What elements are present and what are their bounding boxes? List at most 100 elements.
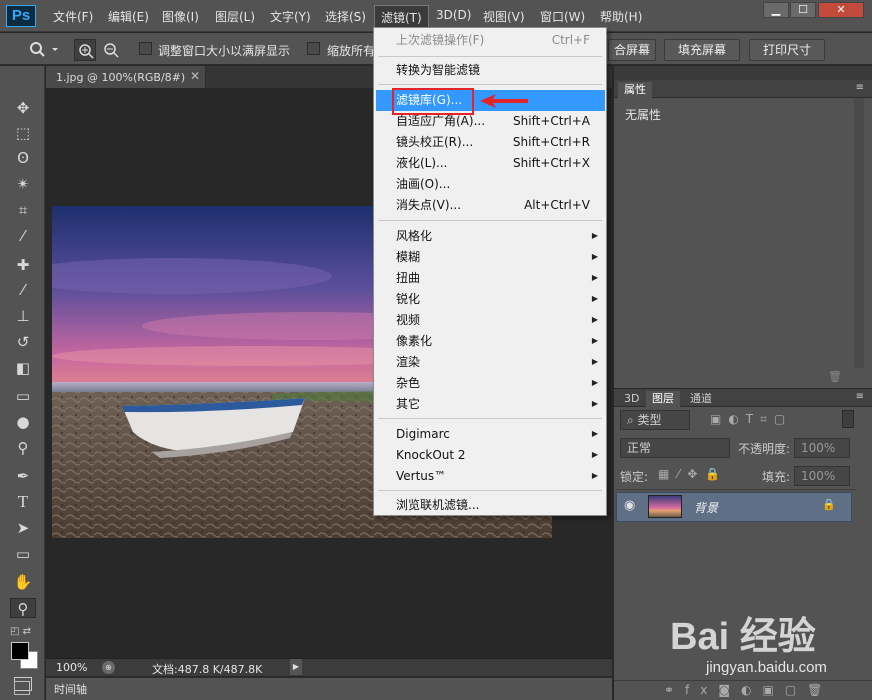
gradient-tool-icon[interactable]: ▭ xyxy=(10,386,36,406)
panel-menu-icon[interactable]: ≡ xyxy=(856,391,864,402)
fit-screen-button[interactable]: 合屏幕 xyxy=(608,39,656,61)
tab-channels[interactable]: 通道 xyxy=(684,391,718,407)
menu-item-vanishing-point[interactable]: 消失点(V)... xyxy=(396,195,461,215)
eyedropper-tool-icon[interactable]: ⁄ xyxy=(10,226,36,246)
menu-item-lens-correction[interactable]: 镜头校正(R)... xyxy=(396,132,473,152)
layer-action-icons[interactable]: ⚭fx◙◐▣▢🗑 xyxy=(664,683,833,697)
layer-filter-icons[interactable]: ▣◐T⌗▢ xyxy=(710,412,792,427)
history-brush-tool-icon[interactable]: ↺ xyxy=(10,332,36,352)
zoom-level[interactable]: 100% xyxy=(56,661,87,674)
layer-thumbnail xyxy=(648,495,682,518)
submenu-arrow-icon: ▶ xyxy=(591,378,598,387)
panel-menu-icon[interactable]: ≡ xyxy=(856,82,864,93)
zoom-all-checkbox[interactable] xyxy=(307,42,320,55)
foreground-color-swatch[interactable] xyxy=(11,642,29,660)
menu-edit[interactable]: 编辑(E) xyxy=(108,8,149,25)
layer-filter-kind: 类型 xyxy=(637,413,662,427)
menu-item-liquify[interactable]: 液化(L)... xyxy=(396,153,448,173)
tab-3d[interactable]: 3D xyxy=(618,391,645,407)
menu-item-vertus[interactable]: Vertus™ xyxy=(396,466,446,486)
healing-brush-tool-icon[interactable]: ✚ xyxy=(10,255,36,275)
blur-tool-icon[interactable]: ● xyxy=(10,412,36,432)
zoom-tool-icon[interactable]: ⚲ xyxy=(10,598,36,618)
menu-item-other[interactable]: 其它 xyxy=(396,394,420,414)
menu-item-render[interactable]: 渲染 xyxy=(396,352,420,372)
maximize-button[interactable]: ☐ xyxy=(790,2,816,18)
print-size-button[interactable]: 打印尺寸 xyxy=(749,39,825,61)
menu-view[interactable]: 视图(V) xyxy=(483,8,525,25)
magic-wand-tool-icon[interactable]: ✴ xyxy=(10,174,36,194)
menu-item-sharpen[interactable]: 锐化 xyxy=(396,289,420,309)
menu-select[interactable]: 选择(S) xyxy=(325,8,366,25)
blend-mode-select[interactable]: 正常 xyxy=(620,438,730,458)
brush-tool-icon[interactable]: ⁄ xyxy=(10,280,36,300)
fill-input[interactable]: 100% xyxy=(794,466,850,486)
marquee-tool-icon[interactable]: ⬚ xyxy=(10,123,36,143)
menu-window[interactable]: 窗口(W) xyxy=(540,8,585,25)
menu-file[interactable]: 文件(F) xyxy=(53,8,93,25)
menu-item-noise[interactable]: 杂色 xyxy=(396,373,420,393)
visibility-eye-icon[interactable]: ◉ xyxy=(624,498,635,513)
menu-item-blur[interactable]: 模糊 xyxy=(396,247,420,267)
shortcut-adaptive-wide-angle: Shift+Ctrl+A xyxy=(513,114,590,128)
menu-type[interactable]: 文字(Y) xyxy=(270,8,311,25)
zoom-tool-icon[interactable] xyxy=(28,40,58,60)
hand-tool-icon[interactable]: ✋ xyxy=(10,572,36,592)
menu-item-convert-smart-filter[interactable]: 转换为智能滤镜 xyxy=(396,60,480,80)
menu-layer[interactable]: 图层(L) xyxy=(215,8,255,25)
type-tool-icon[interactable]: T xyxy=(10,492,36,512)
move-tool-icon[interactable]: ✥ xyxy=(10,98,36,118)
menu-filter[interactable]: 滤镜(T) xyxy=(374,5,429,29)
opacity-label: 不透明度: xyxy=(738,442,791,456)
dodge-tool-icon[interactable]: ⚲ xyxy=(10,438,36,458)
layers-panel-header: 3D 图层 通道 ≡ xyxy=(614,389,872,407)
menu-3d[interactable]: 3D(D) xyxy=(436,8,471,22)
stamp-tool-icon[interactable]: ⊥ xyxy=(10,306,36,326)
shortcut-vanishing-point: Alt+Ctrl+V xyxy=(524,198,590,212)
tab-properties[interactable]: 属性 xyxy=(618,82,652,98)
menu-item-last-filter[interactable]: 上次滤镜操作(F) xyxy=(396,30,484,50)
menu-item-pixelate[interactable]: 像素化 xyxy=(396,331,432,351)
status-icon[interactable]: ⊕ xyxy=(102,661,115,674)
menu-item-video[interactable]: 视频 xyxy=(396,310,420,330)
properties-scrollbar[interactable] xyxy=(854,98,864,368)
trash-icon[interactable]: 🗑 xyxy=(828,370,842,383)
lock-icons[interactable]: ▦⁄✥🔒 xyxy=(658,467,728,481)
menu-item-digimarc[interactable]: Digimarc xyxy=(396,424,450,444)
zoom-out-icon[interactable] xyxy=(100,39,122,61)
menu-item-stylize[interactable]: 风格化 xyxy=(396,226,432,246)
opacity-input[interactable]: 100% xyxy=(794,438,850,458)
layer-filter-select[interactable]: ⌕ 类型 xyxy=(620,410,690,430)
zoom-all-label: 缩放所有 xyxy=(327,44,376,58)
submenu-arrow-icon: ▶ xyxy=(591,336,598,345)
shape-tool-icon[interactable]: ▭ xyxy=(10,544,36,564)
close-tab-icon[interactable]: ✕ xyxy=(190,69,200,83)
timeline-icon[interactable] xyxy=(14,681,30,695)
menu-item-knockout[interactable]: KnockOut 2 xyxy=(396,445,466,465)
tab-layers[interactable]: 图层 xyxy=(646,391,680,407)
crop-tool-icon[interactable]: ⌗ xyxy=(10,200,36,220)
pen-tool-icon[interactable]: ✒ xyxy=(10,466,36,486)
menu-item-browse-online-filters[interactable]: 浏览联机滤镜... xyxy=(396,495,479,515)
tools-panel: ✥ ⬚ ʘ ✴ ⌗ ⁄ ✚ ⁄ ⊥ ↺ ◧ ▭ ● ⚲ ✒ T ➤ ▭ ✋ ⚲ … xyxy=(0,66,45,700)
timeline-tab[interactable]: 时间轴 xyxy=(54,681,87,697)
fill-screen-button[interactable]: 填充屏幕 xyxy=(664,39,740,61)
menu-item-distort[interactable]: 扭曲 xyxy=(396,268,420,288)
close-button[interactable]: ✕ xyxy=(818,2,864,18)
path-selection-tool-icon[interactable]: ➤ xyxy=(10,518,36,538)
annotation-arrow-icon xyxy=(480,94,528,108)
resize-windows-checkbox[interactable] xyxy=(139,42,152,55)
menu-image[interactable]: 图像(I) xyxy=(162,8,199,25)
lasso-tool-icon[interactable]: ʘ xyxy=(10,148,36,168)
eraser-tool-icon[interactable]: ◧ xyxy=(10,358,36,378)
default-colors-icon[interactable]: ◰ ⇄ xyxy=(10,626,31,637)
zoom-in-icon[interactable] xyxy=(74,39,96,61)
menu-help[interactable]: 帮助(H) xyxy=(600,8,642,25)
status-bar: 100% ⊕ 文档:487.8 K/487.8K ▶ xyxy=(46,658,612,676)
minimize-button[interactable]: ▁ xyxy=(763,2,789,18)
layers-footer: ⚭fx◙◐▣▢🗑 xyxy=(614,680,872,700)
menu-item-oil-paint[interactable]: 油画(O)... xyxy=(396,174,450,194)
status-menu-arrow-icon[interactable]: ▶ xyxy=(290,659,302,675)
filter-toggle[interactable] xyxy=(842,410,854,428)
menu-item-adaptive-wide-angle[interactable]: 自适应广角(A)... xyxy=(396,111,485,131)
